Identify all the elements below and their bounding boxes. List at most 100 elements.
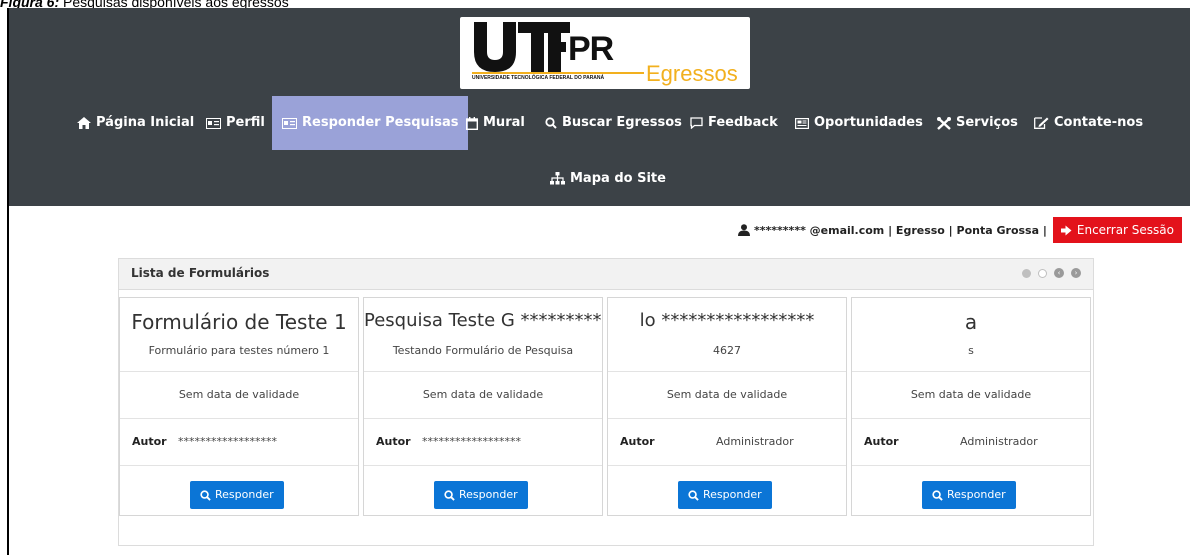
card-description: Formulário para testes número 1	[148, 344, 330, 357]
site-logo[interactable]: PR UNIVERSIDADE TECNOLÓGICA FEDERAL DO P…	[460, 17, 750, 89]
card-title: a	[964, 310, 978, 334]
logo-pr: PR	[568, 30, 614, 68]
card-description: Testando Formulário de Pesquisa	[392, 344, 574, 357]
divider	[852, 371, 1090, 372]
search-icon	[688, 489, 699, 501]
panel-header: Lista de Formulários ‹ ›	[119, 259, 1093, 290]
divider	[852, 465, 1090, 466]
edit-icon	[1034, 117, 1049, 129]
author-value: Administrador	[960, 435, 1038, 448]
author-value: ******************	[422, 435, 521, 448]
nav-label: Responder Pesquisas	[302, 115, 459, 130]
form-card: Pesquisa Teste G *********** Testando Fo…	[363, 297, 603, 516]
sitemap-icon	[550, 171, 565, 184]
chevron-right-icon[interactable]: ›	[1071, 268, 1081, 278]
divider	[120, 418, 358, 419]
id-card-icon	[206, 117, 221, 129]
nav-item-feedback[interactable]: Feedback	[690, 96, 778, 150]
nav-item-sitemap[interactable]: Mapa do Site	[550, 163, 666, 193]
divider	[364, 418, 602, 419]
card-validity: Sem data de validade	[178, 388, 300, 401]
respond-button[interactable]: Responder	[190, 481, 284, 509]
divider	[364, 371, 602, 372]
respond-button[interactable]: Responder	[678, 481, 772, 509]
search-icon	[545, 117, 557, 129]
card-validity: Sem data de validade	[910, 388, 1032, 401]
button-label: Responder	[215, 488, 274, 501]
card-description: s	[968, 344, 974, 357]
nav-label: Perfil	[226, 115, 265, 130]
panel-title: Lista de Formulários	[131, 266, 270, 280]
respond-button[interactable]: Responder	[922, 481, 1016, 509]
calendar-icon	[466, 116, 478, 130]
form-card: Formulário de Teste 1 Formulário para te…	[119, 297, 359, 516]
nav-label: Página Inicial	[96, 115, 195, 130]
divider	[608, 418, 846, 419]
divider	[852, 418, 1090, 419]
nav-item-contact[interactable]: Contate-nos	[1034, 96, 1143, 150]
nav-item-search[interactable]: Buscar Egressos	[545, 96, 682, 150]
newspaper-icon	[795, 117, 809, 129]
carousel-dot[interactable]	[1038, 268, 1047, 278]
nav-label: Serviços	[956, 115, 1018, 130]
nav-label: Contate-nos	[1054, 115, 1144, 130]
button-label: Responder	[459, 488, 518, 501]
author-label: Autor	[864, 435, 899, 448]
home-icon	[77, 117, 91, 129]
logout-label: Encerrar Sessão	[1076, 223, 1174, 237]
nav-item-board[interactable]: Mural	[466, 96, 525, 150]
form-card: lo ***************** 4627 Sem data de va…	[607, 297, 847, 516]
forms-panel: Lista de Formulários ‹ › Formulário de T…	[118, 258, 1094, 546]
search-icon	[200, 489, 211, 501]
author-label: Autor	[376, 435, 411, 448]
user-info: ********* @email.com | Egresso | Ponta G…	[754, 223, 1047, 237]
respond-button[interactable]: Responder	[434, 481, 528, 509]
nav-item-services[interactable]: Serviços	[937, 96, 1018, 150]
user-bar: ********* @email.com | Egresso | Ponta G…	[738, 217, 1182, 243]
card-title: lo *****************	[639, 310, 815, 331]
sign-out-icon	[1060, 225, 1072, 235]
user-icon	[738, 224, 751, 236]
button-label: Responder	[947, 488, 1006, 501]
nav-label: Mural	[483, 115, 525, 130]
logo-egressos: Egressos	[646, 61, 738, 86]
logo-university: UNIVERSIDADE TECNOLÓGICA FEDERAL DO PARA…	[472, 75, 605, 81]
form-card: a s Sem data de validade Autor Administr…	[851, 297, 1091, 516]
nav-label: Mapa do Site	[570, 170, 666, 186]
nav-item-profile[interactable]: Perfil	[206, 96, 265, 150]
divider	[120, 371, 358, 372]
tools-icon	[937, 116, 951, 130]
utf-logo-icon	[474, 22, 570, 72]
site-header: PR UNIVERSIDADE TECNOLÓGICA FEDERAL DO P…	[9, 8, 1190, 206]
carousel-controls: ‹ ›	[1022, 268, 1081, 278]
author-value: ******************	[178, 435, 277, 448]
divider	[120, 465, 358, 466]
chevron-left-icon[interactable]: ‹	[1054, 268, 1064, 278]
comment-icon	[690, 117, 703, 129]
id-card-icon	[282, 117, 297, 129]
card-description: 4627	[713, 344, 741, 357]
search-icon	[444, 489, 455, 501]
search-icon	[932, 489, 943, 501]
divider	[608, 465, 846, 466]
divider	[608, 371, 846, 372]
nav-item-opportunities[interactable]: Oportunidades	[795, 96, 923, 150]
card-title: Formulário de Teste 1	[131, 310, 347, 334]
card-validity: Sem data de validade	[422, 388, 544, 401]
card-title: Pesquisa Teste G ***********	[364, 310, 602, 331]
nav-label: Feedback	[708, 115, 778, 130]
nav-item-surveys[interactable]: Responder Pesquisas	[272, 96, 469, 150]
logout-button[interactable]: Encerrar Sessão	[1052, 217, 1182, 243]
divider	[364, 465, 602, 466]
logo-divider	[472, 72, 644, 74]
nav-label: Buscar Egressos	[562, 115, 682, 130]
author-label: Autor	[132, 435, 167, 448]
nav-label: Oportunidades	[814, 115, 923, 130]
card-validity: Sem data de validade	[666, 388, 788, 401]
carousel-dot-active[interactable]	[1022, 268, 1031, 278]
author-label: Autor	[620, 435, 655, 448]
author-value: Administrador	[716, 435, 794, 448]
button-label: Responder	[703, 488, 762, 501]
nav-item-home[interactable]: Página Inicial	[77, 96, 194, 150]
main-nav: Página Inicial Perfil Responder Pesquisa…	[9, 96, 1190, 150]
